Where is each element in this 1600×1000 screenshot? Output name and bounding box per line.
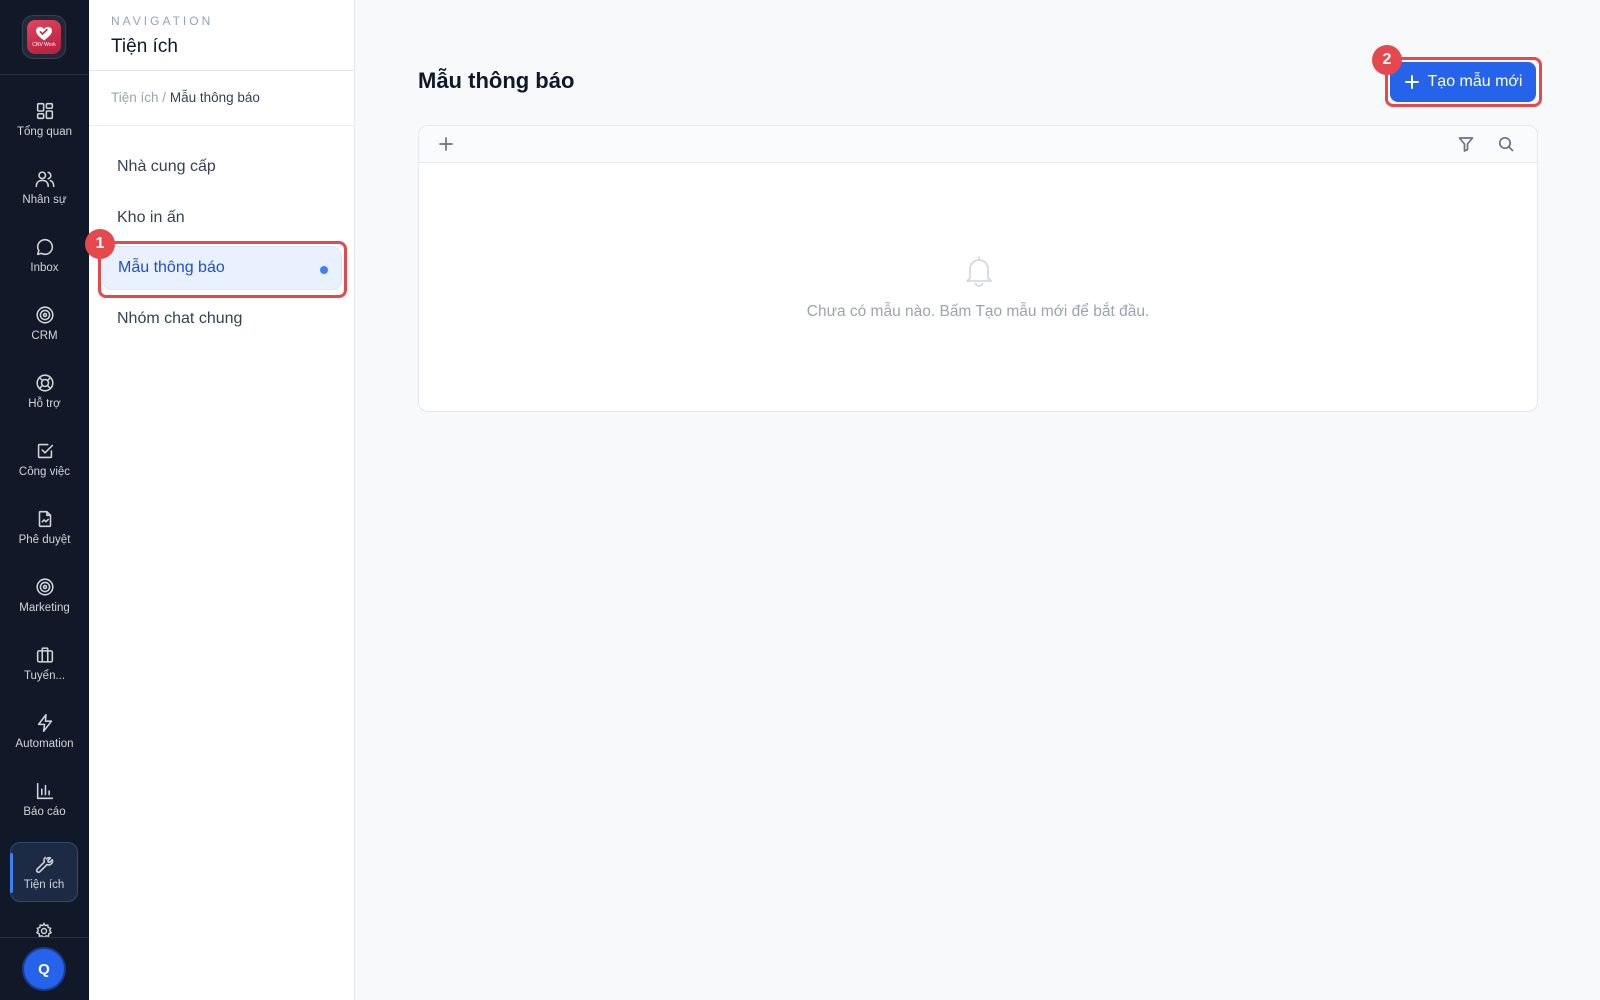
nav-item-label: Nhóm chat chung	[117, 310, 243, 327]
target-icon	[34, 576, 56, 598]
filter-icon[interactable]	[1457, 135, 1475, 153]
nav-item-kho-in-an[interactable]: Kho in ấn	[102, 196, 342, 240]
create-template-button[interactable]: Tạo mẫu mới	[1390, 62, 1536, 102]
table-toolbar	[419, 126, 1537, 163]
lifebuoy-icon	[34, 372, 56, 394]
app-rail: CNV Work Tổng quan Nhân sự Inbox CRM Hỗ …	[0, 0, 89, 1000]
add-icon[interactable]	[437, 135, 455, 153]
nav-item-nha-cung-cap[interactable]: Nhà cung cấp	[102, 145, 342, 189]
logo-text: CNV Work	[32, 42, 56, 48]
rail-item-label: CRM	[31, 330, 58, 342]
highlight-box-1	[98, 241, 347, 298]
nav-title: Tiện ích	[111, 36, 178, 57]
breadcrumb: Tiện ích / Mẫu thông báo	[111, 90, 260, 105]
rail-item-label: Marketing	[19, 602, 70, 614]
rail-item-crm[interactable]: CRM	[0, 294, 89, 354]
bar-chart-icon	[34, 780, 56, 802]
nav-item-nhom-chat-chung[interactable]: Nhóm chat chung	[102, 297, 342, 341]
rail-item-label: Báo cáo	[23, 806, 66, 818]
divider	[89, 125, 355, 126]
wrench-icon	[33, 853, 55, 875]
step-badge-1: 1	[85, 229, 115, 259]
user-avatar[interactable]: Q	[22, 947, 66, 991]
rail-divider	[0, 937, 89, 938]
lightning-icon	[34, 712, 56, 734]
rail-item-label: Tiện ích	[23, 879, 65, 891]
empty-state-message: Chưa có mẫu nào. Bấm Tạo mẫu mới để bắt …	[806, 303, 1150, 320]
rail-item-tuyen-dung[interactable]: Tuyển...	[0, 634, 89, 694]
breadcrumb-parent[interactable]: Tiện ích	[111, 90, 159, 105]
rail-item-label: Phê duyệt	[18, 534, 71, 546]
rail-item-phe-duyet[interactable]: Phê duyệt	[0, 498, 89, 558]
create-template-label: Tạo mẫu mới	[1427, 73, 1523, 90]
app-logo[interactable]: CNV Work	[22, 15, 66, 59]
rail-item-tien-ich[interactable]: Tiện ích	[10, 842, 78, 902]
plus-icon	[1404, 75, 1419, 89]
rail-item-label: Hỗ trợ	[28, 398, 61, 410]
rail-item-cong-viec[interactable]: Công việc	[0, 430, 89, 490]
rail-item-tong-quan[interactable]: Tổng quan	[0, 90, 89, 150]
search-icon[interactable]	[1497, 135, 1515, 153]
templates-table-card: Chưa có mẫu nào. Bấm Tạo mẫu mới để bắt …	[418, 125, 1538, 412]
bell-icon	[960, 252, 998, 290]
secondary-nav: NAVIGATION Tiện ích Tiện ích / Mẫu thông…	[89, 0, 355, 1000]
nav-item-label: Nhà cung cấp	[117, 158, 216, 175]
briefcase-icon	[34, 644, 56, 666]
users-icon	[34, 168, 56, 190]
page-title: Mẫu thông báo	[418, 68, 575, 93]
rail-item-automation[interactable]: Automation	[0, 702, 89, 762]
settings-gear-icon[interactable]	[34, 921, 54, 937]
file-signature-icon	[34, 508, 56, 530]
target-icon	[34, 304, 56, 326]
logo-area: CNV Work	[0, 0, 89, 75]
rail-item-nhan-su[interactable]: Nhân sự	[0, 158, 89, 218]
heart-logo-icon: CNV Work	[27, 20, 61, 54]
breadcrumb-current: Mẫu thông báo	[169, 90, 260, 105]
divider	[89, 70, 355, 71]
rail-item-label: Nhân sự	[22, 194, 67, 206]
rail-item-label: Inbox	[30, 262, 59, 274]
rail-item-marketing[interactable]: Marketing	[0, 566, 89, 626]
rail-item-label: Tuyển...	[23, 670, 66, 682]
checkbox-icon	[34, 440, 56, 462]
step-badge-2: 2	[1372, 45, 1402, 75]
rail-item-bao-cao[interactable]: Báo cáo	[0, 770, 89, 830]
rail-item-label: Automation	[15, 738, 74, 750]
chat-bubble-icon	[34, 236, 56, 258]
nav-item-label: Kho in ấn	[117, 209, 185, 226]
dashboard-icon	[34, 100, 56, 122]
rail-item-label: Tổng quan	[17, 126, 72, 138]
rail-item-inbox[interactable]: Inbox	[0, 226, 89, 286]
rail-item-label: Công việc	[18, 466, 71, 478]
breadcrumb-separator: /	[162, 90, 167, 105]
nav-eyebrow: NAVIGATION	[111, 14, 214, 28]
rail-item-ho-tro[interactable]: Hỗ trợ	[0, 362, 89, 422]
